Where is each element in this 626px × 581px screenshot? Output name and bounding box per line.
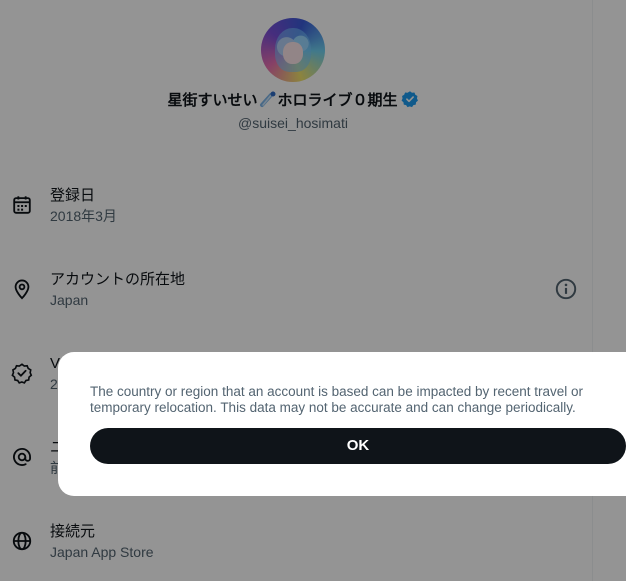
location-info-dialog: The country or region that an account is… xyxy=(58,352,626,496)
dialog-message: The country or region that an account is… xyxy=(90,384,584,415)
ok-button[interactable]: OK xyxy=(90,428,626,464)
